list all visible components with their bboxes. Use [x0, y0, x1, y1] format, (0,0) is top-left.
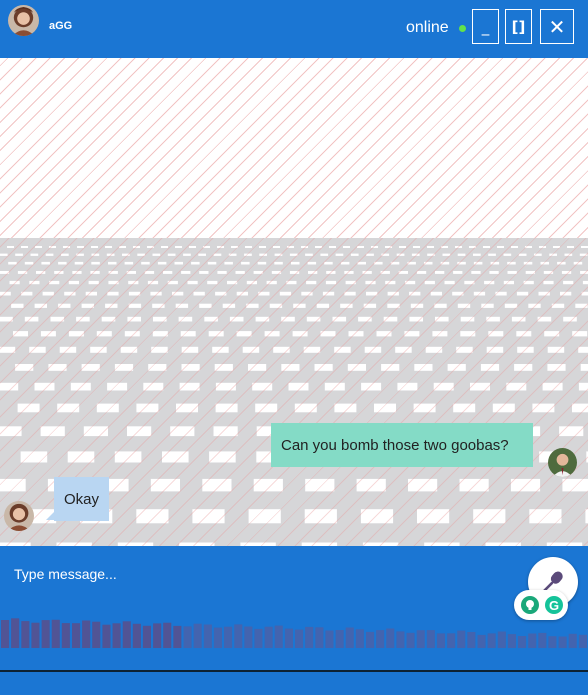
bulb-icon[interactable]	[521, 596, 539, 614]
divider-line	[0, 670, 588, 672]
voice-waveform	[1, 618, 587, 648]
avatar-icon	[8, 5, 39, 36]
message-bubble-sent: Can you bomb those two goobas?	[271, 423, 533, 467]
avatar-icon	[4, 501, 34, 531]
grammarly-icon[interactable]: G	[545, 596, 563, 614]
status-online-dot	[459, 25, 466, 32]
close-button[interactable]: ✕	[540, 9, 574, 44]
contact-avatar[interactable]	[8, 5, 39, 36]
status-text: online	[406, 19, 449, 36]
chat-background-top	[0, 58, 588, 238]
minimize-button[interactable]: _	[472, 9, 499, 44]
message-bubble-received: Okay	[54, 477, 109, 521]
avatar-icon	[548, 448, 577, 477]
maximize-button[interactable]: []	[505, 9, 532, 44]
message-list[interactable]: Can you bomb those two goobas? Okay	[0, 58, 588, 546]
contact-name: aGG	[49, 20, 73, 32]
message-input[interactable]	[14, 564, 504, 584]
contact-avatar-small	[4, 501, 34, 531]
chat-header: aGG online _ [] ✕	[0, 0, 588, 58]
sender-avatar	[548, 448, 577, 477]
composer: G	[0, 546, 588, 695]
